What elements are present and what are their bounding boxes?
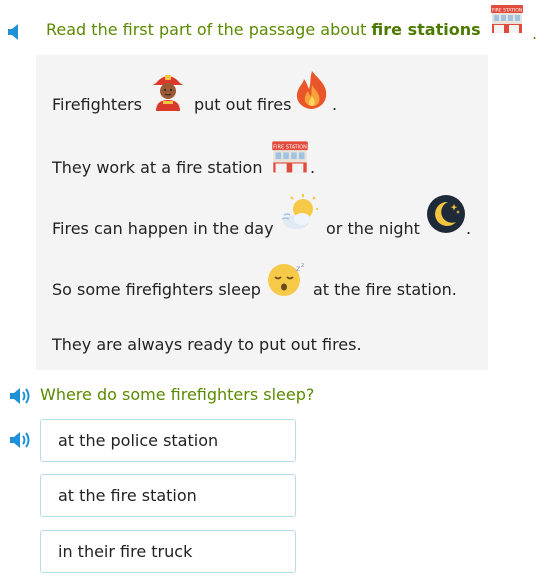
passage-line-3-end: .	[466, 219, 472, 238]
passage-line-4-cont: at the fire station.	[313, 280, 457, 299]
instruction-text: Read the first part of the passage about	[46, 20, 367, 39]
answer-choice-label: at the police station	[58, 431, 219, 450]
question-text: Where do some firefighters sleep?	[40, 385, 315, 404]
passage-line-2: They work at a fire station	[52, 158, 263, 177]
passage-line-5: They are always ready to put out fires.	[52, 335, 362, 354]
sleeping-face-icon: z z	[268, 262, 304, 296]
fire-station-icon: FIRE STATION	[491, 5, 523, 33]
fire-station-icon: FIRE STATION	[272, 141, 308, 173]
answer-choice[interactable]: in their fire truck	[40, 530, 296, 573]
speaker-icon[interactable]	[9, 432, 33, 448]
instruction-period: .	[532, 24, 538, 43]
passage-line-4: So some firefighters sleep	[52, 280, 261, 299]
passage-line-1-end: .	[332, 95, 338, 114]
passage-line-3: Fires can happen in the day	[52, 219, 274, 238]
passage-line-1-cont: put out fires	[194, 95, 292, 114]
passage-line-3-cont: or the night	[326, 219, 420, 238]
speaker-icon[interactable]	[9, 388, 33, 404]
passage-box: Firefighters put out fires . They work a…	[36, 55, 488, 370]
fire-station-sign: FIRE STATION	[492, 7, 522, 13]
answer-choice-label: in their fire truck	[58, 542, 193, 561]
svg-text:z: z	[301, 262, 304, 269]
instruction: Read the first part of the passage about…	[46, 20, 546, 39]
passage-line-1: Firefighters	[52, 95, 142, 114]
moon-icon	[427, 195, 465, 233]
firefighter-icon	[153, 75, 183, 111]
instruction-topic: fire stations	[371, 20, 481, 39]
svg-text:z: z	[296, 264, 300, 273]
sun-cloud-icon	[281, 194, 318, 229]
answer-choice[interactable]: at the fire station	[40, 474, 296, 517]
fire-station-sign: FIRE STATION	[273, 144, 307, 150]
speaker-icon[interactable]	[7, 24, 21, 40]
passage-line-2-end: .	[310, 158, 316, 177]
page: Read the first part of the passage about…	[0, 0, 557, 577]
answer-choice[interactable]: at the police station	[40, 419, 296, 462]
fire-icon	[296, 71, 327, 109]
answer-choice-label: at the fire station	[58, 486, 197, 505]
